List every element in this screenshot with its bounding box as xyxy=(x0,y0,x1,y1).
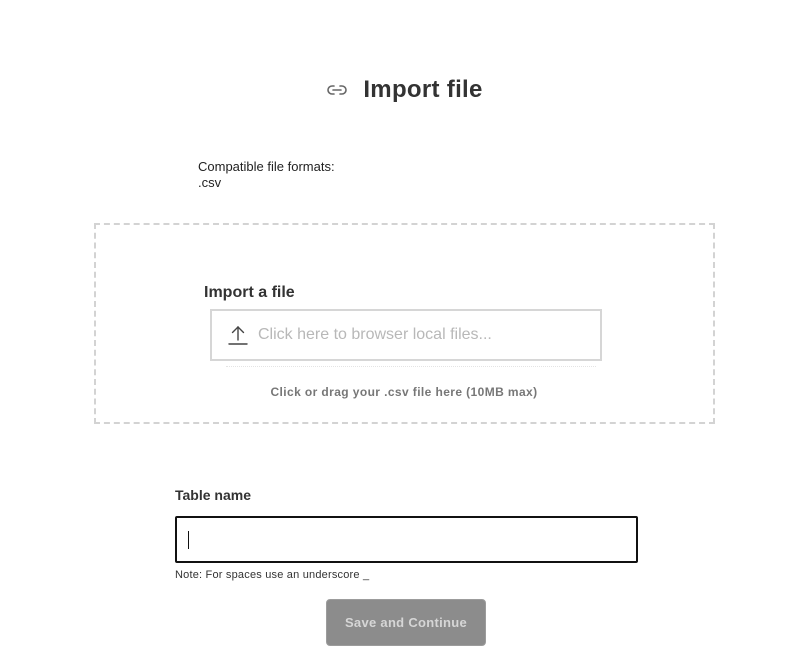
link-icon xyxy=(327,85,348,95)
page-title: Import file xyxy=(363,76,483,103)
text-caret xyxy=(188,531,189,549)
table-name-field[interactable] xyxy=(175,516,638,563)
table-name-input[interactable] xyxy=(177,518,636,561)
upload-hint: Click or drag your .csv file here (10MB … xyxy=(270,385,538,399)
file-browse-placeholder: Click here to browser local files... xyxy=(258,326,492,343)
table-name-note: Note: For spaces use an underscore _ xyxy=(175,569,370,581)
divider xyxy=(226,366,596,367)
file-browse-button[interactable]: Click here to browser local files... xyxy=(210,309,602,361)
table-name-label: Table name xyxy=(175,487,251,503)
formats-label: Compatible file formats: xyxy=(198,159,335,174)
compatible-formats: Compatible file formats: .csv xyxy=(198,159,335,191)
page-header: Import file xyxy=(0,76,808,104)
formats-value: .csv xyxy=(198,175,222,190)
save-continue-button[interactable]: Save and Continue xyxy=(326,599,486,646)
upload-icon xyxy=(228,326,248,345)
import-file-label: Import a file xyxy=(204,284,295,301)
